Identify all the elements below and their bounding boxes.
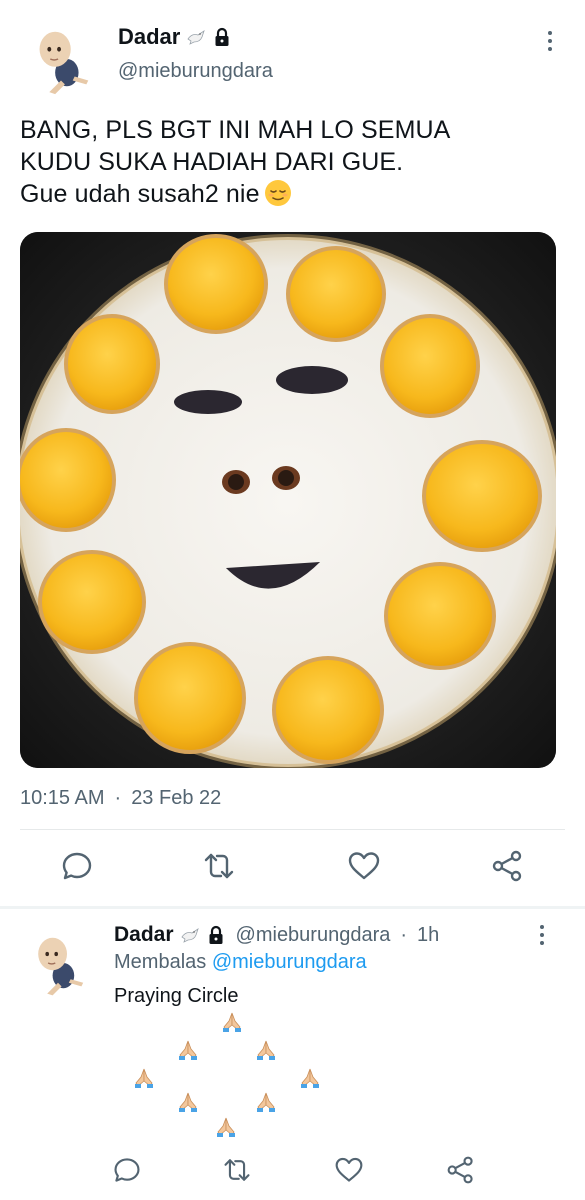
tweet-photo[interactable] [20,232,556,768]
reply-icon[interactable] [112,1155,142,1185]
reply-avatar[interactable] [22,927,94,999]
reply-time[interactable]: 1h [417,924,439,947]
reply-actions [0,1155,585,1195]
tweet-time: 10:15 AM [20,787,105,809]
baby-avatar-image [22,927,94,999]
folded-hands-emoji [176,1089,200,1113]
tweet-line-3: Gue udah susah2 nie [20,178,565,210]
replying-prefix: Membalas [114,951,207,973]
share-icon[interactable] [446,1155,476,1185]
handle[interactable]: @mieburungdara [118,60,273,83]
heart-icon[interactable] [347,849,381,883]
share-icon[interactable] [491,849,525,883]
tweet-text: BANG, PLS BGT INI MAH LO SEMUA KUDU SUKA… [20,114,565,210]
lock-icon [215,27,229,46]
folded-hands-emoji [176,1037,200,1061]
folded-hands-emoji [220,1009,244,1033]
tweet-line-2: KUDU SUKA HADIAH DARI GUE. [20,148,404,176]
retweet-icon[interactable] [202,849,236,883]
folded-hands-emoji [254,1037,278,1061]
tweet-line-1: BANG, PLS BGT INI MAH LO SEMUA [20,116,451,144]
reply-handle[interactable]: @mieburungdara [236,924,391,947]
reply-text: Praying Circle [114,985,239,1007]
folded-hands-emoji [254,1089,278,1113]
relieved-face-emoji [264,180,291,206]
reply-display-name[interactable]: Dadar [114,923,174,947]
more-options-icon[interactable] [540,27,560,55]
dove-icon [180,928,199,943]
dove-icon [187,30,206,45]
timestamp-separator: · [114,787,122,809]
avatar[interactable] [22,20,100,98]
reply-tweet[interactable]: Dadar @mieburungdara · 1h Membalas @mieb… [0,909,585,1200]
divider [20,829,565,830]
author-row: Dadar [118,24,232,50]
tweet-line-3-text: Gue udah susah2 nie [20,180,260,208]
folded-hands-emoji [132,1065,156,1089]
heart-icon[interactable] [334,1155,364,1185]
folded-hands-emoji [298,1065,322,1089]
reply-author-row: Dadar @mieburungdara · 1h [114,923,439,947]
replying-handle-link[interactable]: @mieburungdara [212,951,367,973]
tweet-actions [0,849,585,889]
tweet-timestamp[interactable]: 10:15 AM · 23 Feb 22 [20,787,221,810]
main-tweet: Dadar @mieburungdara BANG, PLS BGT INI M… [0,0,585,900]
display-name[interactable]: Dadar [118,24,180,50]
reply-more-options-icon[interactable] [532,921,552,949]
tweet-date: 23 Feb 22 [131,787,222,809]
folded-hands-emoji [214,1114,238,1138]
retweet-icon[interactable] [222,1155,252,1185]
replying-to: Membalas @mieburungdara [114,951,367,974]
fried-eggs-smiley-photo [20,232,556,768]
baby-avatar-image [22,20,100,98]
lock-icon [209,925,223,944]
reply-dot: · [400,923,408,946]
reply-icon[interactable] [60,849,94,883]
